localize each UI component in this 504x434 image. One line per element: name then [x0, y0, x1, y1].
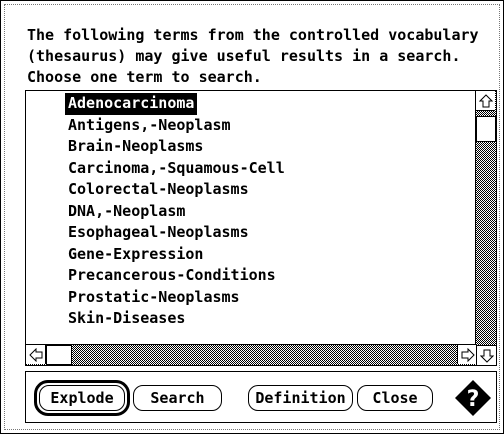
list-item[interactable]: Gene-Expression: [65, 244, 288, 266]
terms-list[interactable]: Adenocarcinoma Antigens,-Neoplasm Brain-Ne…: [25, 90, 497, 366]
list-item-label: Brain-Neoplasms: [68, 137, 204, 155]
list-item[interactable]: Skin-Diseases: [65, 308, 288, 330]
button-bar: Explode Search Definition Close ?: [25, 371, 497, 423]
list-item[interactable]: Antigens,-Neoplasm: [65, 115, 288, 137]
list-item-label: Carcinoma,-Squamous-Cell: [68, 158, 285, 177]
vertical-scrollbar[interactable]: [475, 91, 496, 346]
dialog-window: The following terms from the controlled …: [0, 0, 504, 434]
list-item[interactable]: Esophageal-Neoplasms: [65, 222, 288, 244]
list-item-label: Colorectal-Neoplasms: [68, 180, 249, 198]
list-item-label: Skin-Diseases: [68, 309, 186, 327]
list-item-label: Precancerous-Conditions: [68, 266, 276, 284]
list-item[interactable]: Carcinoma,-Squamous-Cell: [65, 158, 288, 180]
right-arrow-icon[interactable]: [457, 345, 477, 364]
terms-list-items: Adenocarcinoma Antigens,-Neoplasm Brain-Ne…: [65, 93, 288, 330]
list-item[interactable]: Colorectal-Neoplasms: [65, 179, 288, 201]
horizontal-scroll-thumb[interactable]: [46, 345, 72, 365]
list-item-label: Esophageal-Neoplasms: [68, 223, 249, 241]
close-button[interactable]: Close: [357, 385, 433, 411]
help-icon[interactable]: ?: [454, 379, 492, 417]
list-item[interactable]: Brain-Neoplasms: [65, 136, 288, 158]
list-item[interactable]: DNA,-Neoplasm: [65, 201, 288, 223]
list-item-label: Prostatic-Neoplasms: [68, 287, 240, 306]
definition-button[interactable]: Definition: [248, 385, 353, 411]
list-item-label: Gene-Expression: [68, 244, 204, 263]
search-button[interactable]: Search: [133, 385, 222, 411]
vertical-scroll-thumb[interactable]: [476, 116, 496, 142]
list-item-label: Adenocarcinoma: [65, 93, 198, 115]
left-arrow-icon[interactable]: [26, 345, 46, 364]
horizontal-scrollbar[interactable]: [26, 344, 477, 365]
down-arrow-icon[interactable]: [477, 346, 496, 365]
list-item-label: Antigens,-Neoplasm: [68, 115, 231, 134]
dialog-prompt: The following terms from the controlled …: [27, 26, 479, 86]
list-item-label: DNA,-Neoplasm: [68, 201, 186, 220]
list-item[interactable]: Precancerous-Conditions: [65, 265, 288, 287]
svg-text:?: ?: [467, 387, 480, 412]
explode-button[interactable]: Explode: [39, 385, 125, 411]
scroll-corner: [476, 345, 496, 365]
list-item[interactable]: Adenocarcinoma: [65, 93, 288, 115]
up-arrow-icon[interactable]: [476, 91, 495, 111]
list-item[interactable]: Prostatic-Neoplasms: [65, 287, 288, 309]
